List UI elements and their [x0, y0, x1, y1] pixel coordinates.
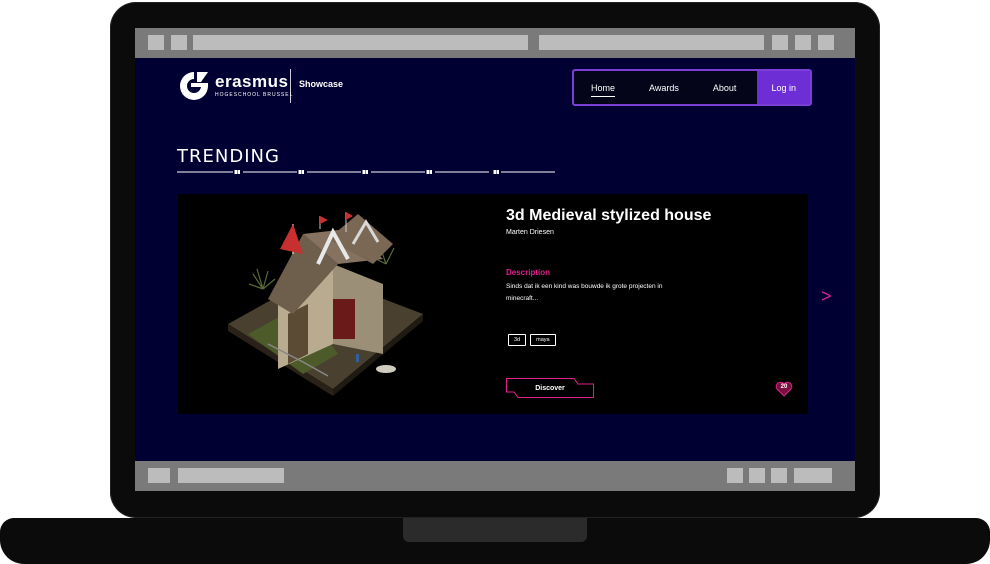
brand-logo[interactable]: erasmus HOGESCHOOL BRUSSEL: [177, 70, 293, 100]
project-author: Marten Driesen: [506, 229, 554, 236]
nav-item-awards[interactable]: Awards: [632, 83, 696, 93]
toolbar-placeholder: [772, 35, 788, 50]
likes-badge[interactable]: 20: [775, 381, 793, 397]
statusbar-placeholder: [148, 468, 170, 483]
toolbar-placeholder: [171, 35, 187, 50]
section-name: Showcase: [299, 79, 344, 89]
tag-3d[interactable]: 3d: [508, 334, 527, 346]
chevron-right-icon[interactable]: >: [821, 286, 832, 307]
statusbar-placeholder: [178, 468, 284, 483]
toolbar-placeholder: [148, 35, 164, 50]
screen: erasmus HOGESCHOOL BRUSSEL Showcase Home…: [135, 28, 855, 491]
login-button[interactable]: Log in: [757, 71, 810, 104]
statusbar-placeholder: [727, 468, 743, 483]
project-title[interactable]: 3d Medieval stylized house: [506, 207, 711, 225]
browser-toolbar: [135, 28, 855, 58]
toolbar-placeholder: [795, 35, 811, 50]
tag-maya[interactable]: maya: [530, 334, 556, 346]
address-bar-placeholder: [193, 35, 528, 50]
nav-item-about[interactable]: About: [696, 83, 754, 93]
description-label: Description: [506, 268, 551, 277]
project-description: Sinds dat ik een kind was bouwde ik grot…: [506, 283, 663, 302]
statusbar-placeholder: [749, 468, 765, 483]
likes-count: 20: [780, 384, 788, 390]
erasmus-logo-icon: [180, 72, 208, 100]
project-image[interactable]: [208, 204, 458, 404]
laptop-notch: [403, 518, 587, 542]
toolbar-placeholder: [539, 35, 764, 50]
brand-word: erasmus: [215, 71, 289, 91]
section-title: TRENDING: [177, 146, 280, 167]
main-nav: Home Awards About Log in: [572, 69, 812, 106]
statusbar-placeholder: [771, 468, 787, 483]
tag-list: 3d maya: [508, 334, 556, 346]
title-underline: [177, 170, 555, 174]
brand-subtitle: HOGESCHOOL BRUSSEL: [215, 91, 294, 98]
toolbar-placeholder: [818, 35, 834, 50]
trending-card: 3d Medieval stylized house Marten Driese…: [178, 194, 808, 414]
logo-divider: [290, 69, 291, 103]
discover-button-label: Discover: [535, 384, 565, 392]
discover-button[interactable]: Discover: [506, 378, 594, 398]
browser-statusbar: [135, 461, 855, 491]
statusbar-placeholder: [794, 468, 832, 483]
nav-item-home[interactable]: Home: [574, 83, 632, 97]
